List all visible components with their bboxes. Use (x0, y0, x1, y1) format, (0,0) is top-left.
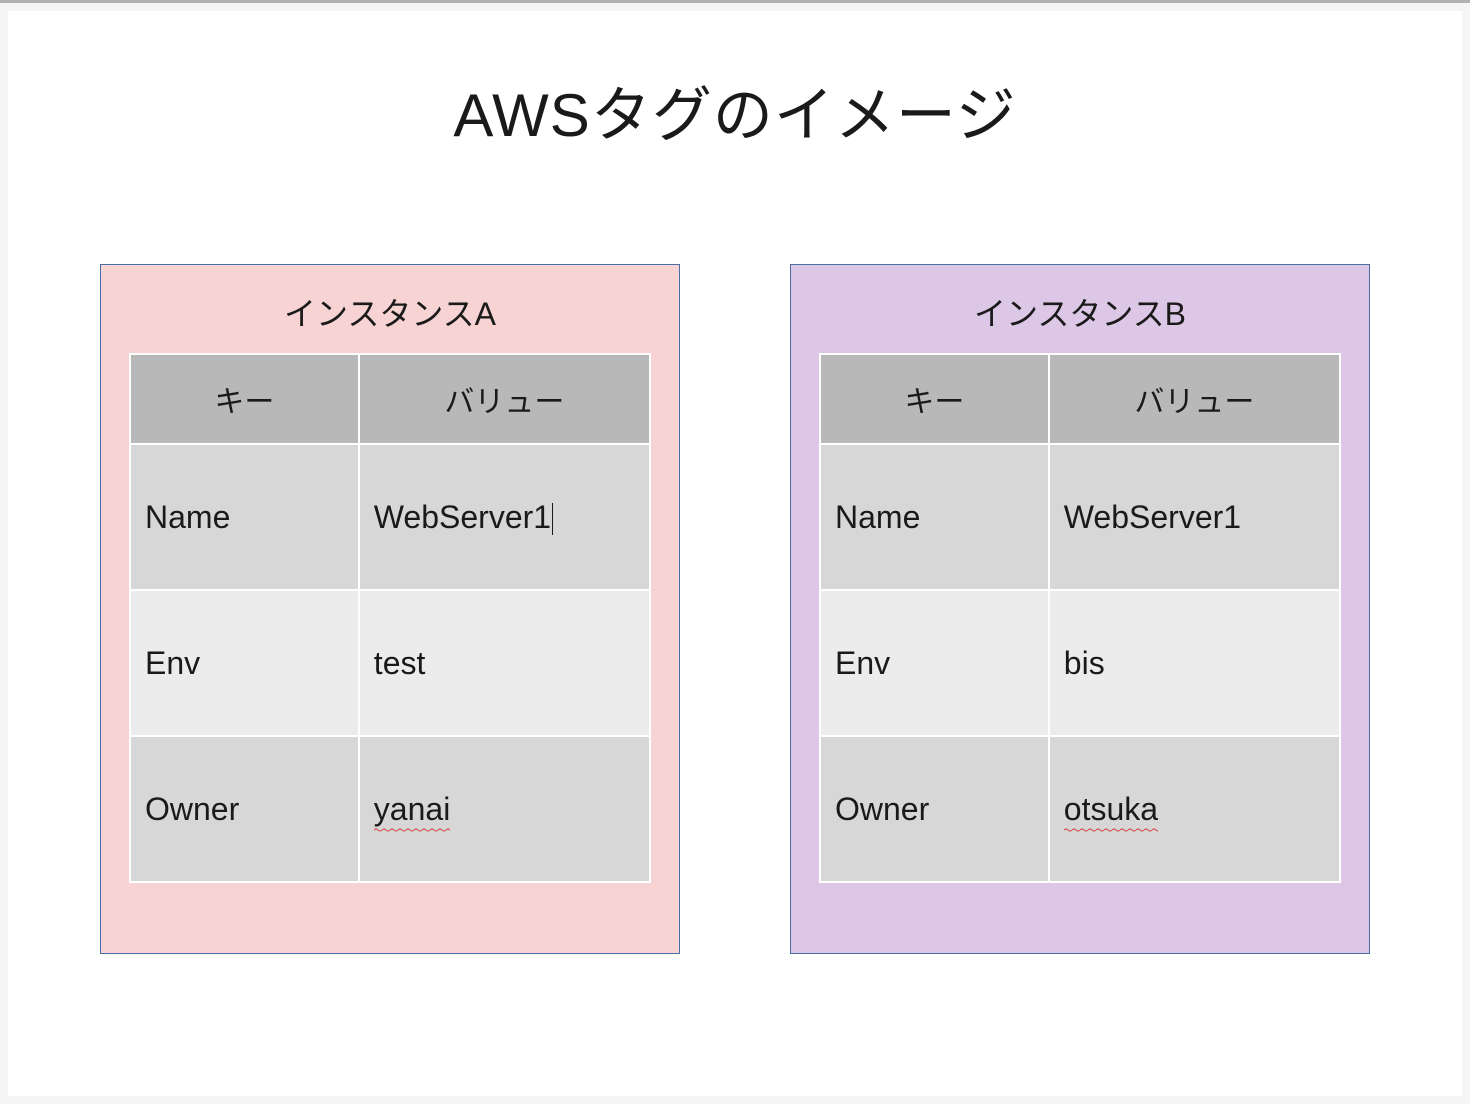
cell-key: Owner (130, 736, 359, 882)
cell-key: Owner (820, 736, 1049, 882)
spellcheck-squiggle-icon: yanai (374, 791, 451, 828)
table-row: Owner otsuka (820, 736, 1340, 882)
table-row: Env test (130, 590, 650, 736)
cell-value: test (359, 590, 650, 736)
cell-key: Env (820, 590, 1049, 736)
table-row: Owner yanai (130, 736, 650, 882)
instance-card-b: インスタンスB キー バリュー Name WebServer1 Env bis (790, 264, 1370, 954)
cell-key: Env (130, 590, 359, 736)
table-header-row: キー バリュー (130, 354, 650, 444)
table-header-row: キー バリュー (820, 354, 1340, 444)
cell-value: WebServer1 (359, 444, 650, 590)
instance-b-label: インスタンスB (819, 279, 1341, 353)
col-header-key: キー (820, 354, 1049, 444)
text-caret-icon (552, 503, 553, 535)
col-header-value: バリュー (1049, 354, 1340, 444)
cell-value: WebServer1 (1049, 444, 1340, 590)
page-title: AWSタグのイメージ (8, 11, 1462, 264)
instance-b-table: キー バリュー Name WebServer1 Env bis Owner (819, 353, 1341, 883)
cell-key: Name (130, 444, 359, 590)
table-row: Env bis (820, 590, 1340, 736)
col-header-key: キー (130, 354, 359, 444)
instance-a-label: インスタンスA (129, 279, 651, 353)
instance-a-table: キー バリュー Name WebServer1 Env test Owner (129, 353, 651, 883)
col-header-value: バリュー (359, 354, 650, 444)
cell-value: yanai (359, 736, 650, 882)
table-row: Name WebServer1 (820, 444, 1340, 590)
table-row: Name WebServer1 (130, 444, 650, 590)
cell-value: bis (1049, 590, 1340, 736)
cell-value-text: WebServer1 (374, 499, 551, 535)
spellcheck-squiggle-icon: otsuka (1064, 791, 1158, 828)
cell-key: Name (820, 444, 1049, 590)
instance-card-a: インスタンスA キー バリュー Name WebServer1 Env tes (100, 264, 680, 954)
cell-value: otsuka (1049, 736, 1340, 882)
instance-cards: インスタンスA キー バリュー Name WebServer1 Env tes (8, 264, 1462, 954)
slide: AWSタグのイメージ インスタンスA キー バリュー Name WebServe… (8, 11, 1462, 1096)
